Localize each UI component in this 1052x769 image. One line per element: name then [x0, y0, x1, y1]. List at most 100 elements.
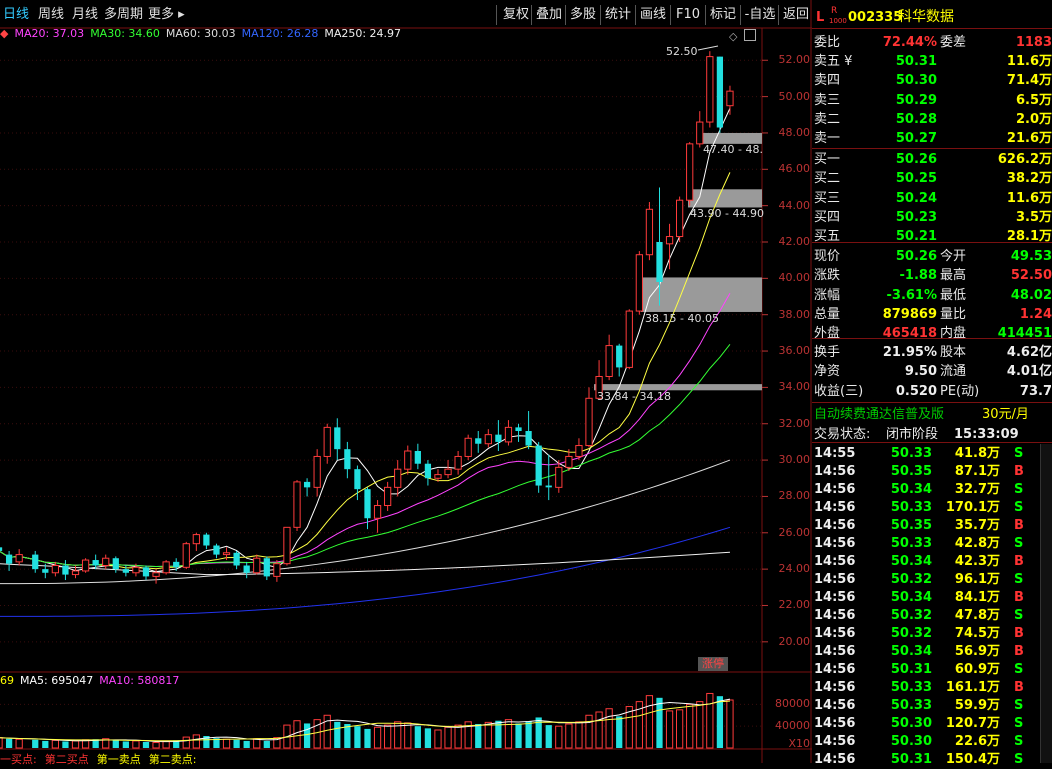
- diamond-icon[interactable]: ◇: [729, 30, 737, 43]
- tick-price: 50.33: [890, 500, 932, 515]
- quote-value: 49.53: [1010, 249, 1052, 264]
- weibi-label: 委比: [814, 35, 841, 50]
- tick-volume: 120.7万: [945, 716, 1000, 731]
- tick-side: S: [1014, 500, 1024, 515]
- toolbar-button-1[interactable]: 叠加: [531, 5, 566, 25]
- toolbar-button-0[interactable]: 复权: [496, 5, 535, 25]
- tick-price: 50.31: [890, 752, 932, 767]
- candle-body-down: [122, 569, 129, 573]
- candle-body-down: [535, 445, 542, 486]
- gap-label-3: 38.15 - 40.05: [645, 312, 719, 325]
- tick-side: S: [1014, 734, 1024, 749]
- volume-axis-label: 40000: [775, 719, 810, 733]
- candle-body-up: [504, 426, 513, 443]
- volume-bar-down: [656, 697, 663, 748]
- volume-bar-up: [293, 720, 301, 749]
- candle-body-up: [484, 434, 492, 445]
- high-price-label: 52.50: [666, 45, 698, 58]
- promo-text[interactable]: 自动续费通达信普及版: [814, 405, 944, 424]
- tick-scrollbar[interactable]: [1040, 444, 1052, 763]
- tick-row: 14:5650.3456.9万B3: [812, 642, 1052, 661]
- volume-bar-up: [706, 692, 714, 749]
- promo-row[interactable]: 自动续费通达信普及版 30元/月: [812, 405, 1052, 424]
- toolbar-button-2[interactable]: 多股: [565, 5, 600, 25]
- bid-row: 买五 50.21 28.1万: [812, 227, 1052, 246]
- candle-body-down: [424, 463, 432, 479]
- volume-bar-down: [424, 728, 432, 748]
- tick-price: 50.31: [890, 662, 932, 677]
- toolbar-button-8[interactable]: 返回: [778, 5, 813, 25]
- ask-label: 卖五 ¥: [814, 54, 853, 69]
- volume-bar-up: [132, 740, 140, 749]
- tick-side: B: [1014, 590, 1024, 605]
- volume-bar-down: [112, 740, 119, 748]
- quote-value: 1.24: [1019, 306, 1052, 322]
- candle-body-up: [665, 236, 674, 245]
- stats-label: 净资: [814, 364, 841, 380]
- window-toggle-icon[interactable]: [744, 29, 756, 41]
- candle-body-down: [142, 567, 150, 577]
- candle-body-up: [162, 561, 170, 574]
- tick-time: 14:56: [814, 662, 856, 677]
- tick-time: 14:56: [814, 626, 856, 641]
- tick-time: 14:56: [814, 536, 856, 551]
- toolbar-tab-3[interactable]: 多周期: [104, 5, 143, 25]
- kline-chart[interactable]: [0, 0, 812, 763]
- tick-time: 14:56: [814, 500, 856, 515]
- candle-body-down: [32, 554, 39, 570]
- tick-time: 14:56: [814, 464, 856, 479]
- tick-price: 50.35: [890, 518, 932, 533]
- toolbar-button-4[interactable]: 画线: [635, 5, 670, 25]
- promo-price[interactable]: 30元/月: [982, 405, 1029, 424]
- tick-time: 14:56: [814, 482, 856, 497]
- volume-bar-up: [323, 714, 331, 749]
- panel-separator: [812, 442, 1052, 443]
- tick-volume: 96.1万: [954, 572, 1000, 587]
- candle-body-down: [475, 438, 482, 444]
- candle-body-up: [283, 526, 291, 565]
- high-price-pointer: [697, 45, 719, 51]
- volume-bar-up: [555, 725, 563, 749]
- toolbar-tab-0[interactable]: 日线: [3, 5, 29, 25]
- volume-bar-up: [222, 738, 231, 749]
- bid-label: 买一: [814, 152, 841, 167]
- toolbar-button-6[interactable]: 标记: [705, 5, 740, 25]
- candle-body-up: [71, 570, 80, 576]
- toolbar-button-5[interactable]: F10: [670, 5, 705, 25]
- tick-row: 14:5550.3341.8万S2: [812, 444, 1052, 463]
- toolbar-button-3[interactable]: 统计: [600, 5, 635, 25]
- stats-value: 4.62亿: [1006, 345, 1052, 360]
- toolbar-tab-4[interactable]: 更多 ▸: [148, 5, 185, 25]
- quote-value: 52.50: [1010, 268, 1052, 284]
- ask-price: 50.27: [895, 131, 937, 147]
- volume-bar-up: [373, 726, 382, 749]
- tick-side: S: [1014, 482, 1024, 497]
- stats-value: 21.95%: [882, 345, 937, 360]
- volume-bar-up: [162, 740, 170, 749]
- tick-volume: 56.9万: [954, 644, 1000, 659]
- quote-row: 外盘 465418 内盘 414451: [812, 324, 1052, 343]
- price-axis-label: 32.00: [778, 416, 811, 430]
- tick-price: 50.30: [890, 716, 932, 731]
- tick-volume: 35.7万: [954, 518, 1000, 533]
- tick-volume: 42.3万: [954, 554, 1000, 569]
- book-separator: [812, 148, 1052, 149]
- quote-label: 现价: [814, 249, 841, 264]
- toolbar-button-7[interactable]: -自选: [740, 5, 779, 25]
- tick-row: 14:5650.3359.9万S3: [812, 696, 1052, 715]
- toolbar-tab-1[interactable]: 周线: [38, 5, 64, 25]
- candle-body-down: [173, 561, 180, 568]
- signal-label-2: 第一卖点: [96, 753, 141, 766]
- stats-label: 流通: [940, 364, 967, 380]
- tick-row: 14:5650.3442.3万B3: [812, 552, 1052, 571]
- toolbar-tab-2[interactable]: 月线: [72, 5, 98, 25]
- tick-side: B: [1014, 554, 1024, 569]
- tick-row: 14:5650.3432.7万S1: [812, 480, 1052, 499]
- tick-row: 14:5650.3296.1万S43: [812, 570, 1052, 589]
- quote-label: 外盘: [814, 326, 841, 342]
- quote-value: 50.26: [895, 249, 937, 264]
- price-axis-label: 36.00: [778, 344, 811, 358]
- tick-volume: 84.1万: [954, 590, 1000, 605]
- candle-body-up: [102, 557, 110, 566]
- tick-time: 14:56: [814, 554, 856, 569]
